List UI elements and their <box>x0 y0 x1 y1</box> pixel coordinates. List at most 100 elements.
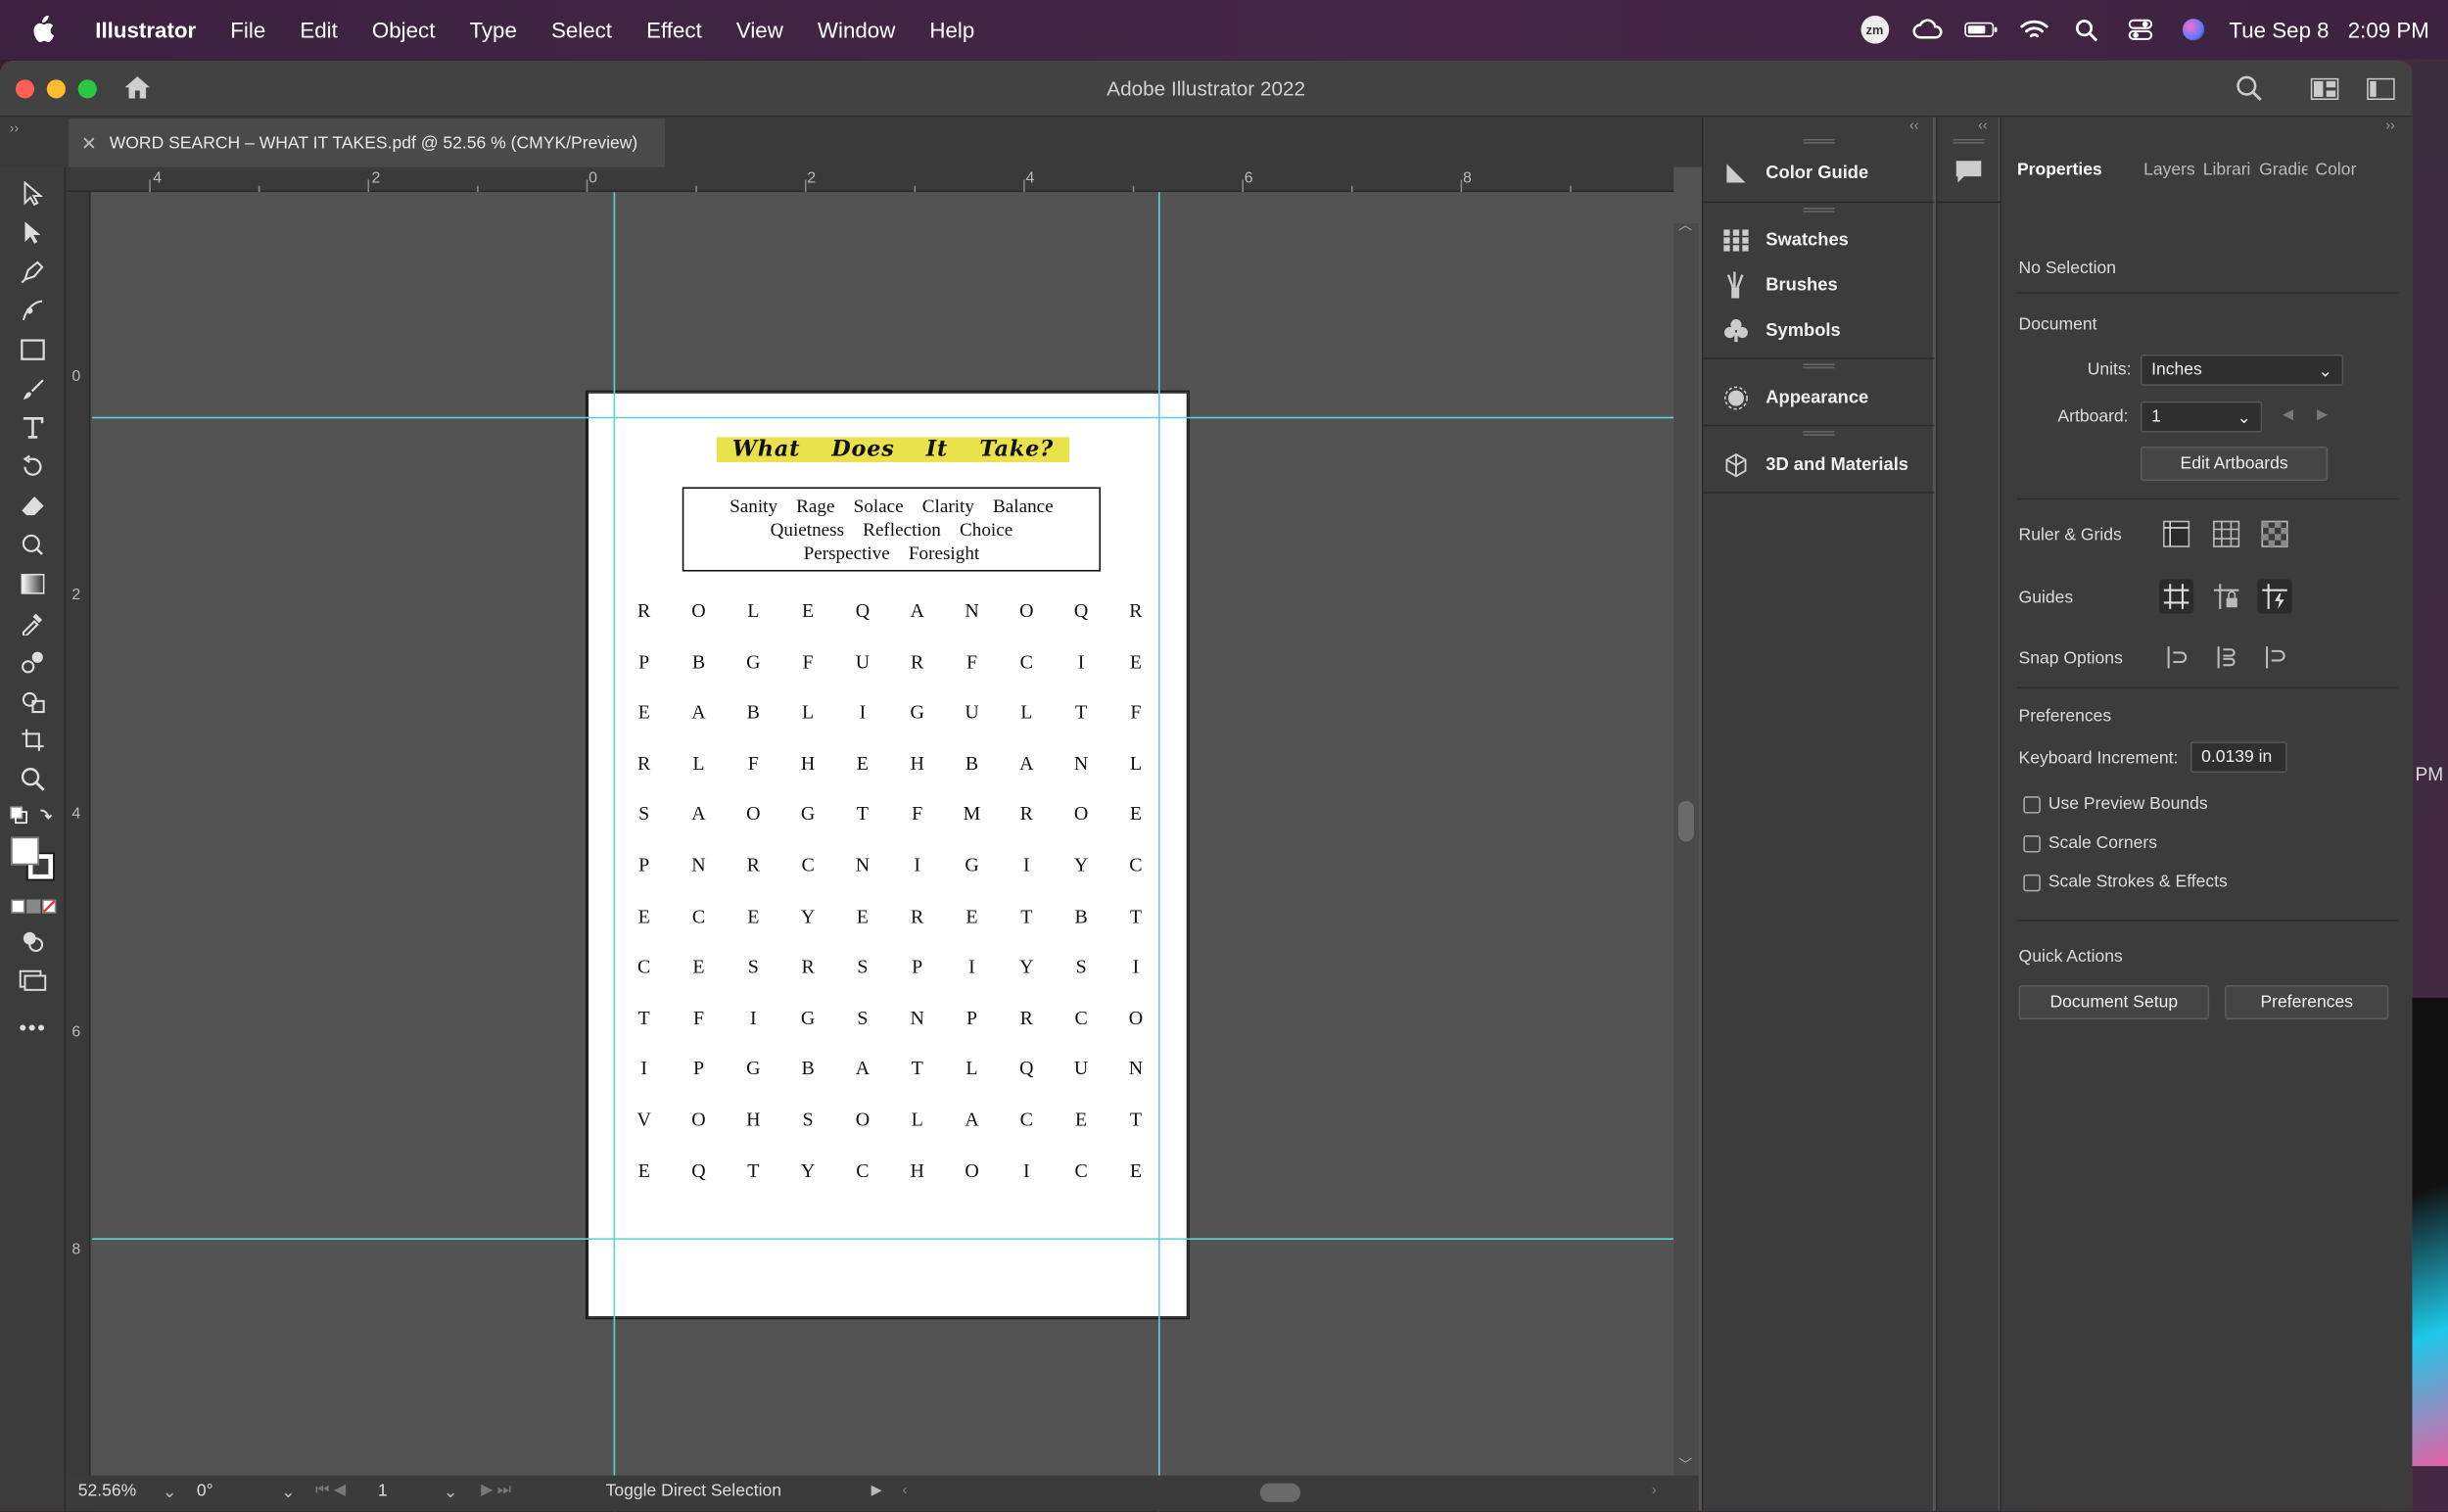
guide-horizontal[interactable] <box>92 416 1674 419</box>
close-tab-icon[interactable]: ✕ <box>81 132 97 154</box>
rotate-tool-icon[interactable] <box>14 449 51 484</box>
puzzle-title[interactable]: What Does It Take? <box>716 437 1070 462</box>
arrange-documents-icon[interactable] <box>2367 77 2395 108</box>
direct-selection-tool-icon[interactable] <box>14 215 51 250</box>
rectangle-tool-icon[interactable] <box>14 333 51 367</box>
screen-mode-icon[interactable] <box>14 964 51 998</box>
use-preview-bounds-checkbox[interactable]: Use Preview Bounds <box>2023 795 2208 814</box>
pen-tool-icon[interactable] <box>14 255 51 289</box>
snap-to-point-icon[interactable] <box>2159 640 2193 675</box>
rulers-toggle-icon[interactable] <box>2159 517 2193 551</box>
grid-toggle-icon[interactable] <box>2209 517 2243 551</box>
panel-grip[interactable] <box>1803 431 1835 436</box>
last-artboard-icon[interactable]: ▶ ⏭ <box>481 1482 511 1499</box>
scale-corners-checkbox[interactable]: Scale Corners <box>2023 833 2157 853</box>
rotation-field[interactable]: 0° <box>197 1482 213 1500</box>
edit-artboards-button[interactable]: Edit Artboards <box>2140 446 2329 482</box>
word-list-box[interactable]: Sanity Rage Solace Clarity Balance Quietness… <box>682 487 1102 572</box>
rotation-dropdown-icon[interactable]: ⌄ <box>281 1482 296 1502</box>
next-artboard-icon[interactable]: ▶ <box>2317 406 2328 424</box>
creative-cloud-icon[interactable] <box>1910 18 1945 43</box>
vertical-ruler[interactable]: 0 2 4 6 8 <box>65 192 91 1512</box>
zoom-app-icon[interactable]: zm <box>1858 15 1892 44</box>
artboard[interactable]: What Does It Take? Sanity Rage Solace Clari… <box>587 392 1189 1318</box>
snap-to-pixel-icon[interactable] <box>2209 640 2243 675</box>
smart-guides-icon[interactable] <box>2257 579 2292 614</box>
guide-vertical[interactable] <box>1158 192 1160 1512</box>
snap-to-glyph-icon[interactable] <box>2258 640 2292 675</box>
eraser-tool-icon[interactable] <box>14 489 51 523</box>
tab-properties[interactable]: Properties <box>2001 148 2137 193</box>
artboard-dropdown-icon[interactable]: ⌄ <box>444 1482 458 1502</box>
panel-appearance[interactable]: Appearance <box>1722 383 1868 414</box>
workspace-switcher-icon[interactable] <box>2310 77 2339 108</box>
vertical-scroll-thumb[interactable] <box>1677 800 1694 842</box>
scroll-down-icon[interactable]: ﹀ <box>1678 1453 1692 1474</box>
zoom-dropdown-icon[interactable]: ⌄ <box>163 1482 177 1502</box>
blend-tool-icon[interactable] <box>14 644 51 679</box>
panel-grip[interactable] <box>1953 138 1985 144</box>
artboard-select[interactable]: 1 ⌄ <box>2140 401 2263 433</box>
width-tool-icon[interactable] <box>14 528 51 562</box>
scroll-up-icon[interactable]: ︿ <box>1678 213 1692 234</box>
horizontal-ruler[interactable]: 4 2 0 2 4 6 8 <box>65 166 1674 193</box>
panel-color-guide[interactable]: Color Guide <box>1722 158 1868 189</box>
type-tool-icon[interactable] <box>14 410 51 445</box>
tab-layers[interactable]: Layers <box>2136 148 2195 192</box>
drawing-modes-icon[interactable] <box>14 924 51 959</box>
control-center-icon[interactable] <box>2123 18 2157 43</box>
guide-vertical[interactable] <box>613 192 616 1512</box>
previous-artboard-icon[interactable]: ◀ <box>2283 406 2293 424</box>
show-guides-icon[interactable] <box>2159 579 2194 614</box>
paintbrush-tool-icon[interactable] <box>14 371 51 405</box>
panel-symbols[interactable]: Symbols <box>1722 315 1841 347</box>
spotlight-search-icon[interactable] <box>2070 18 2104 43</box>
color-mode-icons[interactable] <box>11 895 58 914</box>
menu-window[interactable]: Window <box>800 0 912 60</box>
wifi-icon[interactable] <box>2017 18 2051 43</box>
transparency-grid-icon[interactable] <box>2258 517 2292 551</box>
expand-toolbar-icon[interactable]: ›› <box>10 120 20 136</box>
scroll-left-icon[interactable]: ‹ <box>903 1482 908 1497</box>
preferences-button[interactable]: Preferences <box>2225 985 2389 1020</box>
curvature-tool-icon[interactable] <box>14 294 51 328</box>
battery-icon[interactable] <box>1963 18 1998 43</box>
keyboard-increment-input[interactable]: 0.0139 in <box>2189 741 2287 774</box>
menubar-date[interactable]: Tue Sep 8 <box>2229 18 2329 43</box>
menu-effect[interactable]: Effect <box>630 0 720 60</box>
tab-libraries[interactable]: Libraries <box>2195 148 2251 192</box>
edit-toolbar-more-icon[interactable]: ••• <box>14 1011 51 1045</box>
menu-help[interactable]: Help <box>913 0 992 60</box>
selection-tool-icon[interactable] <box>14 176 51 211</box>
panel-brushes[interactable]: Brushes <box>1722 270 1838 302</box>
siri-icon[interactable] <box>2176 18 2210 43</box>
scroll-right-icon[interactable]: › <box>1652 1482 1657 1497</box>
panel-grip[interactable] <box>1803 208 1835 213</box>
shape-builder-tool-icon[interactable] <box>14 684 51 718</box>
document-tab[interactable]: ✕ WORD SEARCH – WHAT IT TAKES.pdf @ 52.5… <box>69 118 666 167</box>
comments-icon[interactable] <box>1954 160 1983 192</box>
status-menu-arrow-icon[interactable]: ▶ <box>871 1482 882 1499</box>
menubar-time[interactable]: 2:09 PM <box>2348 18 2429 43</box>
panel-swatches[interactable]: Swatches <box>1722 225 1849 257</box>
gradient-tool-icon[interactable] <box>14 567 51 601</box>
default-colors-icon[interactable] <box>10 806 57 827</box>
canvas-area[interactable]: What Does It Take? Sanity Rage Solace Clari… <box>92 192 1674 1512</box>
horizontal-scroll-thumb[interactable] <box>1259 1483 1301 1502</box>
collapse-dock-icon[interactable]: ‹‹ <box>1978 118 1988 133</box>
fill-stroke-swatches[interactable] <box>10 835 57 882</box>
panel-grip[interactable] <box>1803 363 1835 369</box>
menu-view[interactable]: View <box>719 0 800 60</box>
collapse-dock-icon[interactable]: ‹‹ <box>1909 118 1919 133</box>
menu-edit[interactable]: Edit <box>283 0 355 60</box>
panel-grip[interactable] <box>1803 138 1835 144</box>
letter-grid[interactable]: R O L E Q A N O Q R P B G F U R F C I E E A B L I G U L T F R L F H E H B A N L… <box>617 599 1163 1210</box>
collapse-panel-icon[interactable]: ›› <box>2385 118 2395 133</box>
document-setup-button[interactable]: Document Setup <box>2018 985 2210 1020</box>
menu-object[interactable]: Object <box>354 0 452 60</box>
zoom-tool-icon[interactable] <box>14 762 51 796</box>
menu-file[interactable]: File <box>213 0 283 60</box>
lock-guides-icon[interactable] <box>2209 580 2243 614</box>
menu-app-name[interactable]: Illustrator <box>86 0 213 60</box>
first-artboard-icon[interactable]: ⏮ ◀ <box>315 1482 346 1499</box>
